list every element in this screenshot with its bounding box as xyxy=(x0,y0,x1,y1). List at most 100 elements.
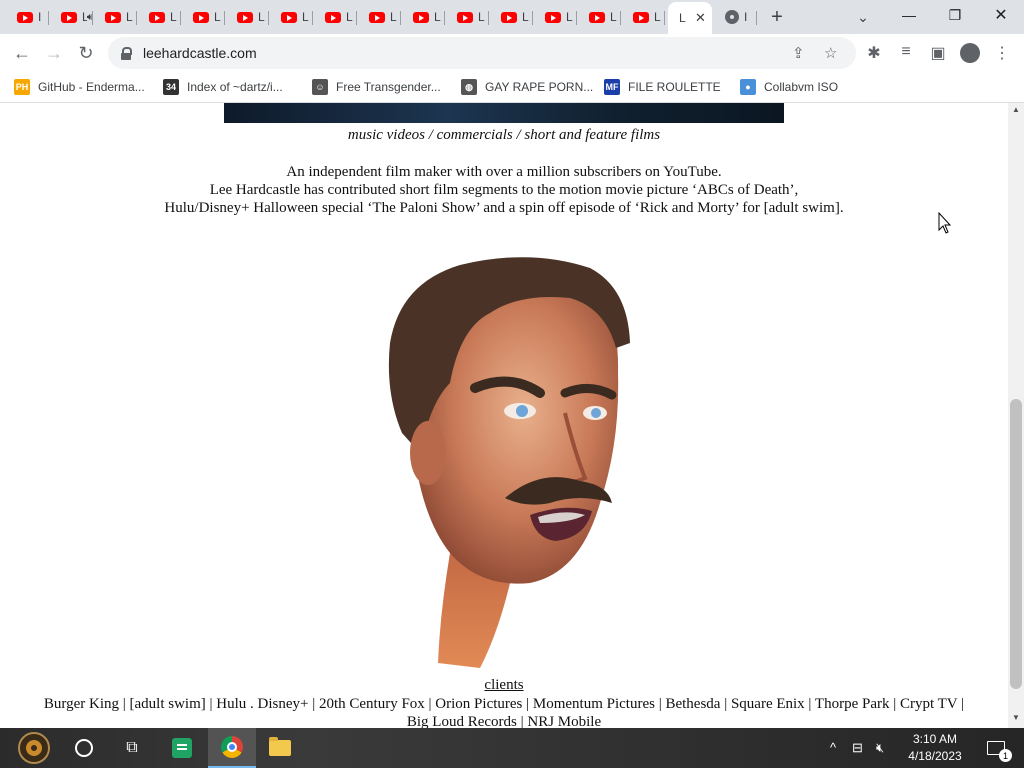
youtube-icon xyxy=(193,11,209,23)
tab-separator xyxy=(224,11,225,25)
url-text[interactable]: leehardcastle.com xyxy=(143,45,257,61)
tab-separator xyxy=(312,11,313,25)
bookmark-favicon-icon: ● xyxy=(740,79,756,95)
media-controls-icon[interactable]: ≡ xyxy=(896,43,916,61)
browser-tab[interactable]: L xyxy=(402,4,445,30)
youtube-icon xyxy=(149,11,165,23)
hero-video-image[interactable] xyxy=(224,103,784,123)
search-circle-icon[interactable] xyxy=(60,728,108,768)
profile-avatar-icon[interactable] xyxy=(960,43,980,63)
forward-button[interactable]: → xyxy=(40,39,68,67)
browser-tab[interactable]: L xyxy=(270,4,313,30)
browser-tab[interactable]: L 🔊︎ xyxy=(50,4,93,30)
tab-separator xyxy=(180,11,181,25)
scroll-up-arrow[interactable]: ▲ xyxy=(1008,105,1024,119)
start-button[interactable] xyxy=(10,728,58,768)
tab-separator xyxy=(268,11,269,25)
bookmark-star-icon[interactable]: ☆ xyxy=(824,44,837,62)
bio-line: Lee Hardcastle has contributed short fil… xyxy=(209,182,799,198)
tab-separator xyxy=(532,11,533,25)
tab-search-icon[interactable]: ⌄ xyxy=(850,5,876,29)
browser-tab[interactable]: L xyxy=(622,4,665,30)
youtube-icon xyxy=(413,11,429,23)
bookmark-item[interactable]: MF FILE ROULETTE xyxy=(604,78,721,96)
youtube-icon xyxy=(105,11,121,23)
clients-line: Big Loud Records | NRJ Mobile xyxy=(406,714,602,728)
bookmark-label: GAY RAPE PORN... xyxy=(485,80,594,94)
tagline: music videos / commercials / short and f… xyxy=(347,127,661,143)
bio-line: An independent film maker with over a mi… xyxy=(286,164,722,180)
browser-tab[interactable]: L xyxy=(226,4,269,30)
bookmark-item[interactable]: 34 Index of ~dartz/i... xyxy=(163,78,283,96)
side-panel-icon[interactable]: ▣ xyxy=(928,43,948,63)
browser-tab[interactable]: I xyxy=(6,4,49,30)
youtube-icon xyxy=(61,11,77,23)
file-explorer-icon[interactable] xyxy=(256,728,304,768)
tab-separator xyxy=(488,11,489,25)
extensions-icon[interactable]: ✱ xyxy=(864,43,884,63)
tab-title: L xyxy=(679,11,686,25)
back-button[interactable]: ← xyxy=(8,39,36,67)
browser-tab[interactable]: L xyxy=(182,4,225,30)
bookmark-favicon-icon: ☺ xyxy=(312,79,328,95)
bookmark-item[interactable]: ☺ Free Transgender... xyxy=(312,78,441,96)
browser-tab[interactable]: L xyxy=(94,4,137,30)
browser-tab[interactable]: L ✕ xyxy=(668,2,712,34)
youtube-icon xyxy=(325,11,341,23)
address-bar[interactable]: leehardcastle.com ⇪ ☆ xyxy=(108,37,856,69)
browser-tab[interactable]: L xyxy=(446,4,489,30)
close-window-button[interactable]: ✕ xyxy=(978,0,1024,30)
bookmarks-bar: PH GitHub - Enderma... 34 Index of ~dartz/i… xyxy=(0,72,1024,103)
youtube-icon xyxy=(633,11,649,23)
browser-tab[interactable]: L xyxy=(358,4,401,30)
menu-icon[interactable]: ⋮ xyxy=(992,43,1012,63)
browser-tab[interactable]: L xyxy=(314,4,357,30)
scroll-thumb[interactable] xyxy=(1010,399,1022,689)
chrome-taskbar-icon[interactable] xyxy=(208,728,256,768)
share-icon[interactable]: ⇪ xyxy=(792,44,805,62)
system-clock[interactable]: 3:10 AM 4/18/2023 xyxy=(900,731,970,765)
tab-separator xyxy=(664,11,665,25)
volume-muted-icon[interactable]: 🔇︎ xyxy=(876,740,884,756)
minimize-button[interactable]: — xyxy=(886,0,932,30)
browser-tab[interactable]: I xyxy=(714,4,757,30)
sheets-app-icon[interactable] xyxy=(158,728,206,768)
mouse-cursor-icon xyxy=(938,212,952,234)
new-tab-button[interactable]: + xyxy=(764,5,790,29)
tab-separator xyxy=(444,11,445,25)
tab-separator xyxy=(136,11,137,25)
tray-overflow-icon[interactable]: ^ xyxy=(830,740,836,755)
clients-link[interactable]: clients xyxy=(0,677,1008,694)
browser-tab[interactable]: L xyxy=(578,4,621,30)
start-orb-icon xyxy=(18,732,50,764)
bookmark-label: Collabvm ISO xyxy=(764,80,839,94)
youtube-icon xyxy=(17,11,33,23)
tab-separator xyxy=(48,11,49,25)
browser-tab[interactable]: L xyxy=(534,4,577,30)
browser-tab[interactable]: L xyxy=(138,4,181,30)
bookmark-label: Free Transgender... xyxy=(336,80,441,94)
network-icon[interactable]: ⊟ xyxy=(852,740,863,756)
youtube-icon xyxy=(237,11,253,23)
bookmark-item[interactable]: ● Collabvm ISO xyxy=(740,78,838,96)
clients-line: Burger King | [adult swim] | Hulu . Disn… xyxy=(43,696,965,712)
tab-separator xyxy=(756,11,757,25)
restore-button[interactable]: ❐ xyxy=(932,0,978,30)
youtube-icon xyxy=(589,11,605,23)
bookmark-item[interactable]: PH GitHub - Enderma... xyxy=(14,78,145,96)
reload-button[interactable]: ↻ xyxy=(72,39,100,67)
bio: An independent film maker with over a mi… xyxy=(0,163,1008,217)
scroll-down-arrow[interactable]: ▼ xyxy=(1008,713,1024,727)
browser-tab[interactable]: L xyxy=(490,4,533,30)
close-tab-icon[interactable]: ✕ xyxy=(695,10,706,26)
youtube-icon xyxy=(501,11,517,23)
page-scrollbar[interactable]: ▲ ▼ xyxy=(1008,103,1024,728)
task-view-icon[interactable]: ⧉ xyxy=(108,728,156,768)
bookmark-label: FILE ROULETTE xyxy=(628,80,721,94)
clay-head-image xyxy=(388,257,630,668)
browser-toolbar: ← → ↻ leehardcastle.com ⇪ ☆ ✱ ≡ ▣ ⋮ xyxy=(0,34,1024,72)
clock-date: 4/18/2023 xyxy=(908,749,962,763)
lock-icon[interactable] xyxy=(121,46,132,60)
bookmark-item[interactable]: ◍ GAY RAPE PORN... xyxy=(461,78,593,96)
notification-center-button[interactable]: 1 xyxy=(972,728,1020,768)
